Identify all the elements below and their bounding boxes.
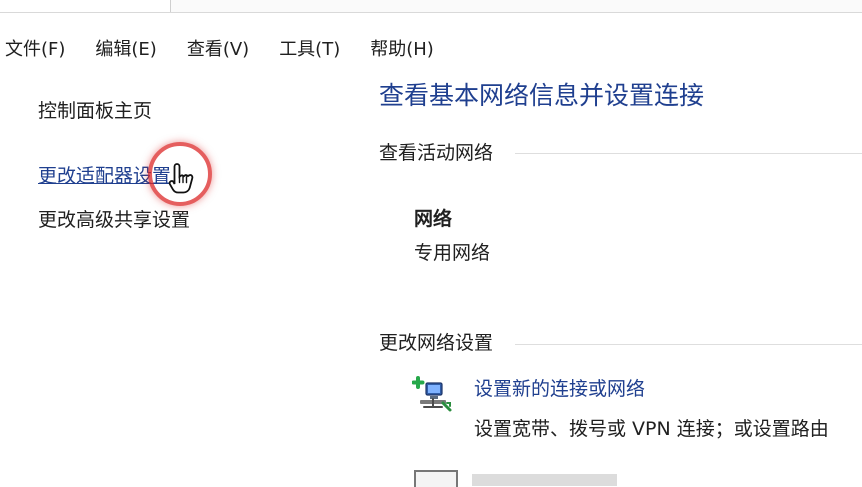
setup-connection-link[interactable]: 设置新的连接或网络 — [474, 374, 645, 401]
active-network-section-label: 查看活动网络 — [379, 142, 494, 164]
menu-edit[interactable]: 编辑(E) — [95, 35, 170, 61]
menu-help[interactable]: 帮助(H) — [370, 35, 448, 61]
menu-tools[interactable]: 工具(T) — [279, 35, 354, 61]
sidebar-change-advanced-sharing[interactable]: 更改高级共享设置 — [38, 205, 190, 232]
main-pane: 查看基本网络信息并设置连接 查看活动网络 网络 专用网络 更改网络设置 设置新的… — [350, 68, 862, 487]
window-top-strip-segment — [170, 0, 862, 12]
change-network-section-label: 更改网络设置 — [379, 332, 494, 354]
network-name: 网络 — [414, 208, 453, 230]
setup-connection-item[interactable]: 设置新的连接或网络 设置宽带、拨号或 VPN 连接；或设置路由 — [411, 372, 852, 452]
hand-pointer-icon — [168, 162, 194, 196]
menu-file[interactable]: 文件(F) — [5, 35, 79, 61]
setup-connection-description: 设置宽带、拨号或 VPN 连接；或设置路由 — [474, 418, 829, 440]
bottom-partial-link — [472, 474, 617, 486]
active-network-section-divider — [515, 153, 862, 154]
change-network-section-divider — [515, 344, 862, 345]
menu-view[interactable]: 查看(V) — [187, 35, 263, 61]
sidebar-home-link[interactable]: 控制面板主页 — [38, 96, 152, 123]
left-pane: 控制面板主页 更改适配器设置 更改高级共享设置 — [0, 68, 350, 487]
network-setup-icon — [411, 372, 454, 414]
network-sharing-window: 文件(F) 编辑(E) 查看(V) 工具(T) 帮助(H) 控制面板主页 更改适… — [0, 0, 862, 487]
menu-bar: 文件(F) 编辑(E) 查看(V) 工具(T) 帮助(H) — [0, 28, 862, 68]
window-top-strip — [0, 0, 862, 13]
page-title: 查看基本网络信息并设置连接 — [379, 81, 705, 110]
bottom-partial-icon — [414, 470, 458, 487]
network-type: 专用网络 — [414, 242, 491, 264]
